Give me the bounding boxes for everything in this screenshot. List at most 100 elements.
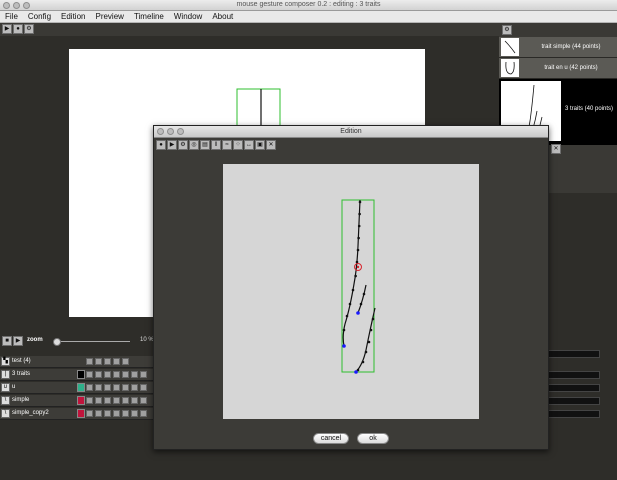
play-icon[interactable]: ▶ bbox=[167, 140, 177, 150]
layer-tool-icon[interactable] bbox=[131, 371, 138, 378]
layer-row[interactable]: \ simple_copy2 bbox=[0, 408, 160, 420]
ok-button[interactable]: ok bbox=[357, 433, 389, 444]
gesture-stroke-3 bbox=[355, 307, 376, 373]
layer-tool-icon[interactable] bbox=[131, 397, 138, 404]
stop-button[interactable]: ■ bbox=[2, 336, 12, 346]
layer-tool-icon[interactable] bbox=[140, 371, 147, 378]
layer-tool-icon[interactable] bbox=[113, 358, 120, 365]
layer-tool-icon[interactable] bbox=[122, 371, 129, 378]
close-icon[interactable]: ✕ bbox=[266, 140, 276, 150]
menu-file[interactable]: File bbox=[0, 12, 23, 21]
layer-tool-icon[interactable] bbox=[86, 397, 93, 404]
layer-tool-icon[interactable] bbox=[113, 410, 120, 417]
layer-tool-icon[interactable] bbox=[95, 397, 102, 404]
split-icon[interactable]: ǁ bbox=[211, 140, 221, 150]
layer-tool-icon[interactable] bbox=[95, 384, 102, 391]
layer-color-swatch[interactable] bbox=[77, 370, 85, 379]
trait-item-u[interactable]: trait en u (42 points) bbox=[499, 58, 617, 79]
menu-about[interactable]: About bbox=[207, 12, 238, 21]
layer-tool-icon[interactable] bbox=[113, 384, 120, 391]
layer-tool-icon[interactable] bbox=[122, 397, 129, 404]
play-timeline-button[interactable]: ▶ bbox=[13, 336, 23, 346]
layer-tool-icon[interactable] bbox=[104, 371, 111, 378]
layer-tool-icon[interactable] bbox=[140, 410, 147, 417]
zoom-slider-knob[interactable] bbox=[53, 338, 61, 346]
menu-window[interactable]: Window bbox=[169, 12, 207, 21]
layer-tool-icon[interactable] bbox=[86, 371, 93, 378]
gesture-stroke-2 bbox=[357, 284, 367, 314]
layer-tool-icon[interactable] bbox=[86, 410, 93, 417]
cancel-button[interactable]: cancel bbox=[313, 433, 349, 444]
layer-tool-icon[interactable] bbox=[122, 410, 129, 417]
smooth-icon[interactable]: ≈ bbox=[222, 140, 232, 150]
play-button[interactable]: ▶ bbox=[2, 24, 12, 34]
layer-tool-icon[interactable] bbox=[95, 358, 102, 365]
layer-tool-icon[interactable] bbox=[104, 410, 111, 417]
settings-icon[interactable]: ⚙ bbox=[178, 140, 188, 150]
layer-color-swatch[interactable] bbox=[77, 396, 85, 405]
trait-panel-button[interactable]: ⚙ bbox=[502, 25, 512, 35]
bounding-box bbox=[236, 88, 281, 130]
timeline-track[interactable] bbox=[548, 410, 600, 418]
settings-button[interactable]: ⚙ bbox=[24, 24, 34, 34]
layer-tool-icon[interactable] bbox=[86, 384, 93, 391]
folder-icon[interactable]: ▤ bbox=[200, 140, 210, 150]
dialog-titlebar: Edition bbox=[154, 126, 548, 138]
target-icon[interactable]: ◎ bbox=[189, 140, 199, 150]
layer-tool-icon[interactable] bbox=[86, 358, 93, 365]
gesture-stroke-1 bbox=[342, 199, 361, 347]
layer-tool-icon[interactable] bbox=[104, 397, 111, 404]
dot-icon[interactable]: ⁘ bbox=[233, 140, 243, 150]
zoom-value: 10 % bbox=[140, 337, 154, 343]
timeline-track[interactable] bbox=[548, 371, 600, 379]
layer-name: test (4) bbox=[12, 358, 31, 364]
layer-tool-icon[interactable] bbox=[140, 397, 147, 404]
layer-color-swatch[interactable] bbox=[77, 409, 85, 418]
timeline-track[interactable] bbox=[548, 397, 600, 405]
trait-label: trait en u (42 points) bbox=[544, 65, 598, 71]
menu-timeline[interactable]: Timeline bbox=[129, 12, 169, 21]
layer-row[interactable]: | 3 traits bbox=[0, 369, 160, 381]
layer-icon: ▚ bbox=[1, 357, 10, 366]
layer-tool-icon[interactable] bbox=[140, 384, 147, 391]
edition-canvas[interactable] bbox=[223, 164, 479, 419]
timeline-track[interactable] bbox=[548, 384, 600, 392]
timeline-track[interactable] bbox=[548, 350, 600, 358]
record-button[interactable]: ● bbox=[13, 24, 23, 34]
layer-name: u bbox=[12, 384, 16, 390]
gesture-points bbox=[342, 200, 375, 372]
trait-delete-button[interactable]: ✕ bbox=[551, 144, 561, 154]
record-icon[interactable]: ● bbox=[156, 140, 166, 150]
layer-tool-icon[interactable] bbox=[113, 397, 120, 404]
layer-row[interactable]: ∪ u bbox=[0, 382, 160, 394]
trait-thumbnail bbox=[501, 38, 519, 56]
layer-tool-icon[interactable] bbox=[104, 384, 111, 391]
dialog-title: Edition bbox=[340, 128, 362, 135]
layer-tool-icon[interactable] bbox=[104, 358, 111, 365]
layer-tool-icon[interactable] bbox=[95, 371, 102, 378]
layer-tool-icon[interactable] bbox=[113, 371, 120, 378]
menu-config[interactable]: Config bbox=[23, 12, 56, 21]
copy-icon[interactable]: ▣ bbox=[255, 140, 265, 150]
resize-icon[interactable]: ↔ bbox=[244, 140, 254, 150]
zoom-control: ■ ▶ zoom 10 % bbox=[0, 334, 160, 348]
layer-tool-icon[interactable] bbox=[95, 410, 102, 417]
endpoint-marker[interactable] bbox=[354, 370, 358, 374]
endpoint-marker[interactable] bbox=[342, 344, 346, 348]
menu-bar: File Config Edition Preview Timeline Win… bbox=[0, 11, 617, 23]
anchor-point-center bbox=[356, 265, 360, 269]
layer-color-swatch[interactable] bbox=[77, 383, 85, 392]
layer-row[interactable]: ▚ test (4) bbox=[0, 356, 160, 368]
layer-row[interactable]: \ simple bbox=[0, 395, 160, 407]
layer-tool-icon[interactable] bbox=[122, 384, 129, 391]
menu-edition[interactable]: Edition bbox=[56, 12, 90, 21]
menu-preview[interactable]: Preview bbox=[90, 12, 128, 21]
layer-tool-icon[interactable] bbox=[131, 410, 138, 417]
trait-item-simple[interactable]: trait simple (44 points) bbox=[499, 37, 617, 58]
endpoint-marker[interactable] bbox=[356, 311, 360, 315]
layer-tool-icon[interactable] bbox=[122, 358, 129, 365]
edition-dialog: Edition ● ▶ ⚙ ◎ ▤ ǁ ≈ ⁘ ↔ ▣ ✕ cancel ok bbox=[153, 125, 549, 450]
zoom-slider-track[interactable] bbox=[55, 341, 130, 342]
window-titlebar: mouse gesture composer 0.2 : editing : 3… bbox=[0, 0, 617, 11]
layer-tool-icon[interactable] bbox=[131, 384, 138, 391]
